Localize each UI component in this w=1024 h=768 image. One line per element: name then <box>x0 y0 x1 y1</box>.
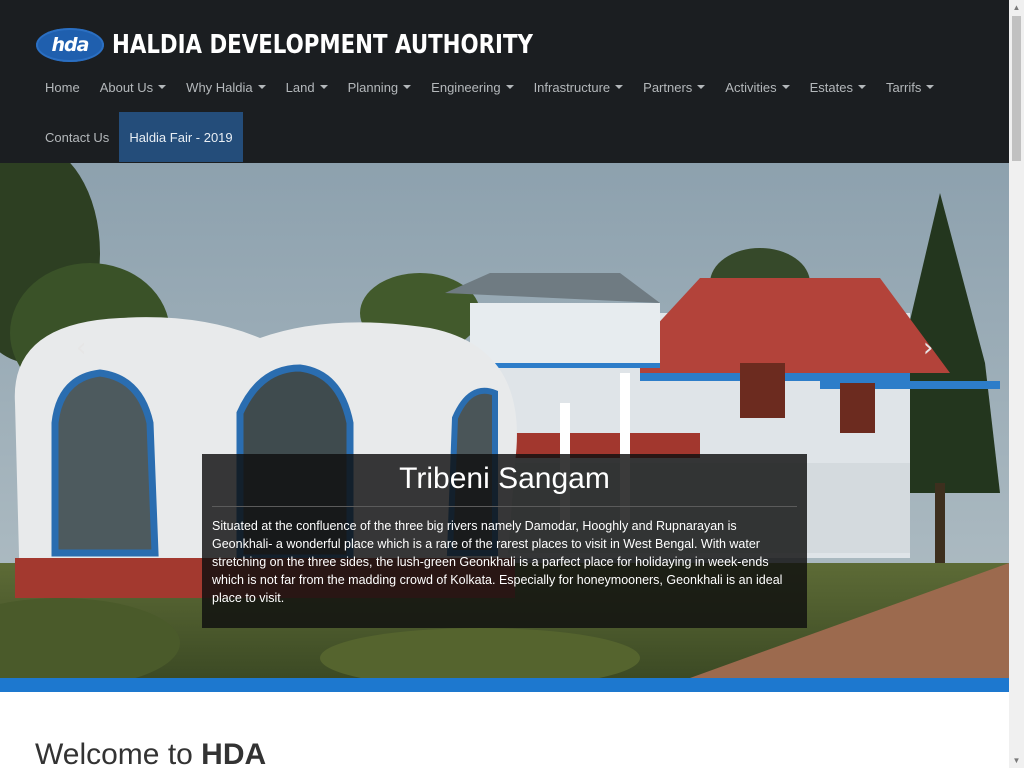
accent-strip <box>0 678 1009 692</box>
nav-label: Home <box>45 79 80 95</box>
caret-down-icon <box>857 85 866 89</box>
scroll-down-arrow-icon[interactable]: ▼ <box>1009 753 1024 768</box>
nav-label: Tarrifs <box>885 79 922 95</box>
nav-estates[interactable]: Estates <box>800 62 876 112</box>
nav-contact-us[interactable]: Contact Us <box>35 112 119 162</box>
nav-label: About Us <box>99 79 154 95</box>
nav-label: Engineering <box>431 79 501 95</box>
nav-tarrifs[interactable]: Tarrifs <box>876 62 944 112</box>
site-title[interactable]: HALDIA DEVELOPMENT AUTHORITY <box>112 30 533 60</box>
nav-label: Activities <box>725 79 777 95</box>
caret-down-icon <box>319 85 328 89</box>
caret-down-icon <box>781 85 790 89</box>
nav-label: Infrastructure <box>533 79 611 95</box>
carousel-next-icon[interactable]: › <box>923 333 933 363</box>
main-nav: Home About Us Why Haldia Land Planning E… <box>35 62 995 162</box>
nav-label: Contact Us <box>45 129 110 145</box>
carousel-prev-icon[interactable]: ‹ <box>76 333 86 363</box>
vertical-scrollbar[interactable]: ▲ ▼ <box>1009 0 1024 768</box>
caret-down-icon <box>158 85 167 89</box>
nav-engineering[interactable]: Engineering <box>421 62 523 112</box>
caret-down-icon <box>926 85 935 89</box>
logo-text: hda <box>51 33 90 56</box>
caption-title: Tribeni Sangam <box>399 462 610 495</box>
caret-down-icon <box>505 85 514 89</box>
hda-logo[interactable]: hda <box>36 28 104 62</box>
scroll-up-arrow-icon[interactable]: ▲ <box>1009 0 1024 15</box>
nav-infrastructure[interactable]: Infrastructure <box>524 62 634 112</box>
nav-label: Partners <box>643 79 693 95</box>
caret-down-icon <box>403 85 412 89</box>
caption-divider <box>212 506 797 507</box>
welcome-prefix: Welcome to <box>35 738 202 768</box>
page: hda HALDIA DEVELOPMENT AUTHORITY Home Ab… <box>0 0 1009 768</box>
carousel-caption: Tribeni Sangam Situated at the confluenc… <box>202 454 807 628</box>
caret-down-icon <box>257 85 266 89</box>
caret-down-icon <box>615 85 624 89</box>
nav-why-haldia[interactable]: Why Haldia <box>176 62 275 112</box>
nav-home[interactable]: Home <box>35 62 90 112</box>
welcome-heading: Welcome to HDA <box>35 738 266 768</box>
caret-down-icon <box>697 85 706 89</box>
nav-label: Estates <box>809 79 853 95</box>
nav-partners[interactable]: Partners <box>633 62 715 112</box>
nav-planning[interactable]: Planning <box>338 62 422 112</box>
site-header: hda HALDIA DEVELOPMENT AUTHORITY Home Ab… <box>0 0 1009 163</box>
nav-label: Planning <box>347 79 399 95</box>
brand[interactable]: hda HALDIA DEVELOPMENT AUTHORITY <box>36 27 625 63</box>
nav-label: Haldia Fair - 2019 <box>129 129 233 145</box>
nav-haldia-fair-2019[interactable]: Haldia Fair - 2019 <box>119 112 243 162</box>
nav-label: Land <box>285 79 315 95</box>
nav-about-us[interactable]: About Us <box>90 62 176 112</box>
nav-row-1: Home About Us Why Haldia Land Planning E… <box>35 62 995 112</box>
welcome-emphasis: HDA <box>201 738 267 768</box>
nav-row-2: Contact Us Haldia Fair - 2019 <box>35 112 995 162</box>
hero-carousel[interactable]: ‹ › Tribeni Sangam Situated at the confl… <box>0 163 1009 678</box>
nav-label: Why Haldia <box>186 79 253 95</box>
scrollbar-thumb[interactable] <box>1012 16 1021 161</box>
nav-land[interactable]: Land <box>276 62 338 112</box>
nav-activities[interactable]: Activities <box>715 62 799 112</box>
caption-text: Situated at the confluence of the three … <box>212 519 783 605</box>
